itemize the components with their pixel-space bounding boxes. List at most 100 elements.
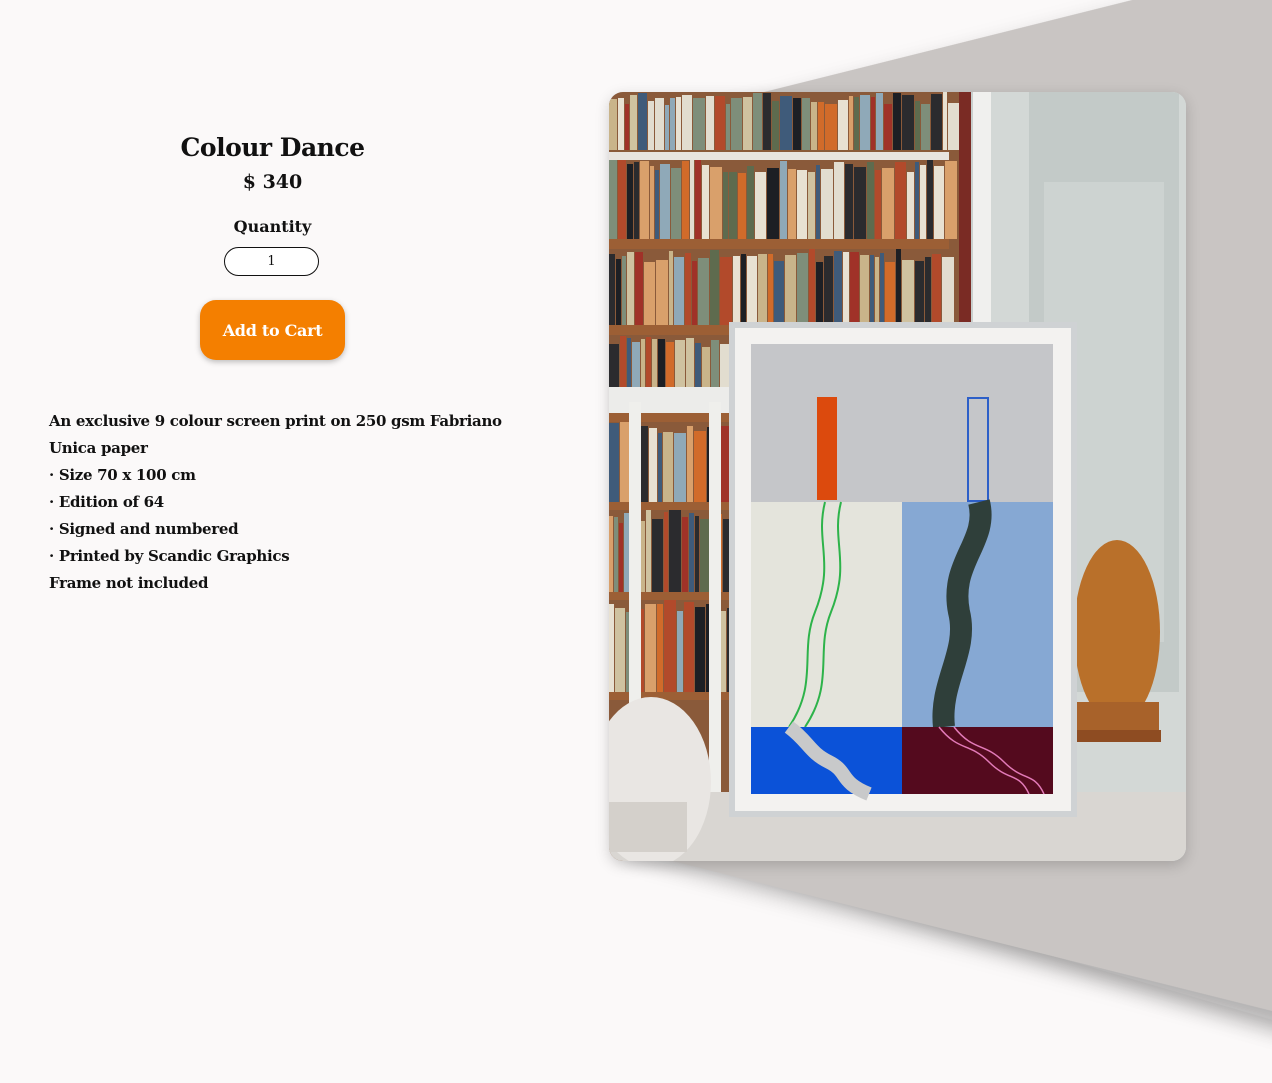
book-spine [731, 98, 742, 150]
book-spine [818, 102, 824, 150]
book-spine [902, 260, 914, 325]
book-spine [811, 102, 817, 150]
product-description: An exclusive 9 colour screen print on 25… [49, 408, 509, 597]
book-spine [674, 257, 684, 325]
book-spine [646, 510, 651, 592]
quantity-input[interactable] [224, 247, 319, 276]
book-spine [660, 164, 670, 239]
book-spine [644, 262, 655, 325]
book-spine [733, 256, 740, 325]
book-spine [797, 170, 807, 239]
book-spine [658, 433, 662, 502]
book-spine [618, 160, 626, 239]
book-spine [743, 97, 752, 150]
book-spine [676, 97, 681, 150]
book-spine [920, 165, 926, 239]
book-spine [895, 162, 906, 239]
book-spine [694, 431, 706, 502]
book-spine [896, 249, 901, 325]
book-spine [780, 161, 787, 239]
book-spine [695, 607, 705, 692]
book-spine [915, 261, 924, 325]
book-spine [816, 262, 823, 325]
book-spine [687, 426, 693, 502]
book-spine [943, 92, 947, 150]
book-spine [753, 93, 762, 150]
book-spine [650, 166, 654, 239]
book-spine [925, 257, 931, 325]
book-spine [670, 98, 675, 150]
book-spine [875, 170, 881, 239]
book-spine [690, 160, 694, 239]
book-spine [942, 257, 954, 325]
description-line: Frame not included [49, 570, 509, 597]
book-spine [729, 172, 737, 239]
book-spine [788, 169, 796, 239]
book-spine [843, 252, 849, 325]
book-spine [615, 608, 625, 692]
book-spine [645, 604, 656, 692]
book-spine [726, 104, 730, 150]
description-line: · Signed and numbered [49, 516, 509, 543]
book-spine [682, 517, 688, 592]
book-spine [885, 262, 895, 325]
description-line: · Edition of 64 [49, 489, 509, 516]
book-spine [921, 104, 930, 150]
book-spine [693, 98, 705, 150]
book-spine [854, 167, 866, 239]
book-spine [609, 254, 615, 325]
book-spine [671, 168, 681, 239]
book-spine [948, 103, 959, 150]
book-spine [741, 254, 746, 325]
book-spine [635, 252, 643, 325]
product-title: Colour Dance [0, 133, 545, 162]
book-spine [871, 97, 875, 150]
book-spine [649, 428, 657, 502]
book-spine [902, 95, 914, 150]
book-spine [689, 513, 694, 592]
book-spine [664, 512, 668, 592]
book-spine [747, 256, 757, 325]
book-spine [785, 255, 796, 325]
book-spine [774, 261, 784, 325]
product-photo[interactable] [609, 92, 1186, 861]
book-spine [664, 600, 676, 692]
book-spine [692, 261, 697, 325]
book-spine [648, 101, 654, 150]
book-spine [821, 169, 833, 239]
book-spine [824, 256, 833, 325]
book-spine [860, 255, 869, 325]
book-spine [772, 101, 779, 150]
book-spine [816, 165, 820, 239]
book-spine [618, 98, 624, 150]
book-spine [768, 254, 773, 325]
add-to-cart-button[interactable]: Add to Cart [200, 300, 345, 360]
book-spine [609, 423, 619, 502]
book-spine [932, 254, 941, 325]
product-info: Colour Dance $ 340 Quantity Add to Cart … [0, 0, 545, 950]
book-spine [849, 96, 853, 150]
book-spine [685, 253, 691, 325]
book-spine [620, 422, 630, 502]
book-spine [695, 516, 699, 592]
book-spine [652, 519, 663, 592]
book-spine [657, 604, 663, 692]
book-spine [710, 250, 719, 325]
book-spine [720, 257, 732, 325]
description-line: · Size 70 x 100 cm [49, 462, 509, 489]
book-spine [723, 172, 728, 239]
product-photo-illustration [609, 92, 1186, 861]
book-spine [609, 604, 614, 692]
product-price: $ 340 [0, 171, 545, 193]
book-spine [710, 167, 722, 239]
book-spine [758, 254, 767, 325]
book-spine [665, 105, 669, 150]
book-spine [674, 433, 686, 502]
book-spine [867, 162, 874, 239]
book-spine [663, 432, 673, 502]
book-spine [684, 602, 694, 692]
book-spine [625, 104, 629, 150]
description-line: An exclusive 9 colour screen print on 25… [49, 408, 509, 462]
book-spine [656, 260, 668, 325]
book-spine [854, 97, 859, 150]
